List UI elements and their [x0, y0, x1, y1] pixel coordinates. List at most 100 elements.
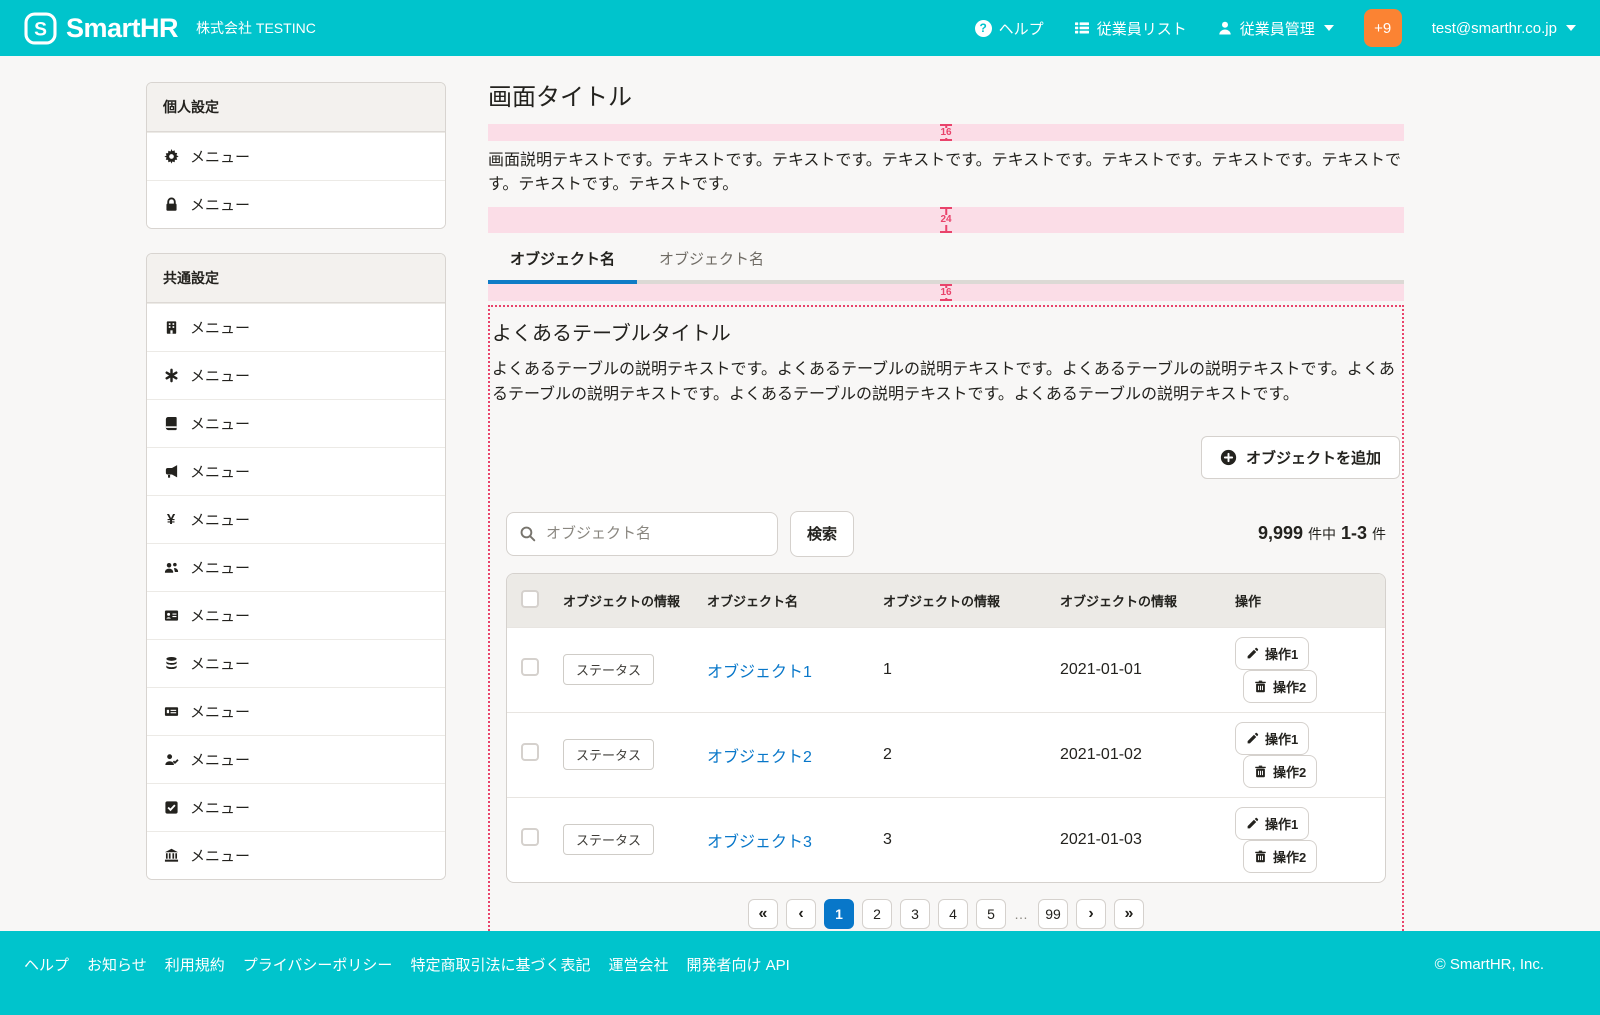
pagination-page-99[interactable]: 99 — [1038, 899, 1068, 929]
object-link[interactable]: オブジェクト3 — [707, 834, 812, 851]
edit-button[interactable]: 操作1 — [1235, 807, 1309, 840]
sidebar-item-menu[interactable]: メニュー — [147, 351, 445, 399]
database-icon — [163, 656, 179, 671]
footer-link-terms[interactable]: 利用規約 — [165, 954, 225, 975]
bank-icon — [163, 848, 179, 863]
employee-list-link[interactable]: 従業員リスト — [1074, 18, 1187, 39]
column-header: オブジェクトの情報 — [875, 574, 1052, 628]
spacing-marker-16: 16 — [488, 284, 1404, 301]
notification-badge[interactable]: +9 — [1364, 9, 1402, 47]
footer-link-help[interactable]: ヘルプ — [24, 954, 69, 975]
tab-bar: オブジェクト名 オブジェクト名 — [488, 239, 1404, 284]
account-menu[interactable]: test@smarthr.co.jp — [1432, 20, 1576, 37]
sidebar-item-menu[interactable]: メニュー — [147, 687, 445, 735]
sidebar-item-menu[interactable]: メニュー — [147, 783, 445, 831]
object-link[interactable]: オブジェクト2 — [707, 749, 812, 766]
sidebar-item-menu[interactable]: メニュー — [147, 303, 445, 351]
delete-button[interactable]: 操作2 — [1243, 840, 1317, 873]
footer-link-news[interactable]: お知らせ — [87, 954, 147, 975]
search-text-field[interactable] — [544, 524, 765, 543]
pagination-page-1[interactable]: 1 — [824, 899, 854, 929]
row-checkbox[interactable] — [521, 828, 539, 846]
sidebar-item-menu[interactable]: ¥ メニュー — [147, 495, 445, 543]
search-icon — [519, 525, 536, 542]
object-info-date: 2021-01-01 — [1052, 627, 1227, 712]
trash-icon — [1254, 765, 1267, 778]
table-row: ステータス オブジェクト1 1 2021-01-01 操作1 — [507, 627, 1385, 712]
money-check-icon — [163, 704, 179, 719]
result-count: 9,999 件中 1-3 件 — [1258, 523, 1386, 544]
page-description: 画面説明テキストです。テキストです。テキストです。テキストです。テキストです。テ… — [488, 149, 1404, 197]
search-row: 検索 9,999 件中 1-3 件 — [506, 511, 1386, 557]
tab-object-2[interactable]: オブジェクト名 — [637, 239, 786, 280]
svg-text:S: S — [34, 19, 47, 40]
smarthr-logo-icon: S — [24, 12, 57, 45]
pagination-prev-button[interactable]: ‹ — [786, 899, 816, 929]
pagination-page-5[interactable]: 5 — [976, 899, 1006, 929]
pagination-page-3[interactable]: 3 — [900, 899, 930, 929]
tab-object-1[interactable]: オブジェクト名 — [488, 239, 637, 280]
object-info-value: 1 — [875, 627, 1052, 712]
object-link[interactable]: オブジェクト1 — [707, 664, 812, 681]
gear-icon — [163, 149, 179, 164]
footer-link-privacy[interactable]: プライバシーポリシー — [243, 954, 393, 975]
book-icon — [163, 416, 179, 431]
row-checkbox[interactable] — [521, 658, 539, 676]
sidebar-section-title: 共通設定 — [147, 254, 445, 303]
trash-icon — [1254, 850, 1267, 863]
footer-link-developer-api[interactable]: 開発者向け API — [686, 954, 789, 975]
table-row: ステータス オブジェクト3 3 2021-01-03 操作1 — [507, 797, 1385, 882]
object-info-date: 2021-01-03 — [1052, 797, 1227, 882]
footer-link-company[interactable]: 運営会社 — [608, 954, 668, 975]
spacing-marker-24: 24 — [488, 207, 1404, 233]
employee-admin-menu[interactable]: 従業員管理 — [1217, 18, 1334, 39]
table-row: ステータス オブジェクト2 2 2021-01-02 操作1 — [507, 712, 1385, 797]
edit-button[interactable]: 操作1 — [1235, 722, 1309, 755]
table-section-title: よくあるテーブルタイトル — [492, 317, 1400, 346]
building-icon — [163, 320, 179, 335]
page-title: 画面タイトル — [488, 82, 1404, 114]
sidebar-item-menu[interactable]: メニュー — [147, 132, 445, 180]
search-input[interactable] — [506, 512, 778, 556]
sidebar-section-common: 共通設定 メニュー メニュー メニュー — [146, 253, 446, 880]
user-icon — [1217, 20, 1233, 36]
sidebar-item-menu[interactable]: メニュー — [147, 543, 445, 591]
edit-button[interactable]: 操作1 — [1235, 637, 1309, 670]
trash-icon — [1254, 680, 1267, 693]
row-checkbox[interactable] — [521, 743, 539, 761]
sidebar-item-menu[interactable]: メニュー — [147, 447, 445, 495]
sidebar-item-menu[interactable]: メニュー — [147, 591, 445, 639]
select-all-checkbox[interactable] — [521, 590, 539, 608]
pagination-next-button[interactable]: › — [1076, 899, 1106, 929]
object-info-date: 2021-01-02 — [1052, 712, 1227, 797]
sidebar-item-menu[interactable]: メニュー — [147, 399, 445, 447]
pagination-last-button[interactable]: » — [1114, 899, 1144, 929]
brand-logo[interactable]: S SmartHR — [24, 12, 178, 45]
sidebar-section-title: 個人設定 — [147, 83, 445, 132]
sidebar-item-menu[interactable]: メニュー — [147, 831, 445, 879]
user-check-icon — [163, 752, 179, 767]
footer-links: ヘルプ お知らせ 利用規約 プライバシーポリシー 特定商取引法に基づく表記 運営… — [24, 954, 790, 975]
pencil-icon — [1246, 732, 1259, 745]
pagination-page-2[interactable]: 2 — [862, 899, 892, 929]
add-object-button[interactable]: オブジェクトを追加 — [1201, 436, 1400, 479]
delete-button[interactable]: 操作2 — [1243, 755, 1317, 788]
plus-circle-icon — [1220, 449, 1237, 466]
footer-link-commerce-law[interactable]: 特定商取引法に基づく表記 — [410, 954, 590, 975]
column-header: オブジェクトの情報 — [1052, 574, 1227, 628]
delete-button[interactable]: 操作2 — [1243, 670, 1317, 703]
search-button[interactable]: 検索 — [790, 511, 854, 557]
chevron-down-icon — [1324, 25, 1334, 31]
app-header: S SmartHR 株式会社 TESTINC ? ヘルプ 従業員リスト 従業員管… — [0, 0, 1600, 56]
help-link[interactable]: ? ヘルプ — [975, 18, 1044, 39]
column-header: オブジェクトの情報 — [555, 574, 699, 628]
spacing-marker-16: 16 — [488, 124, 1404, 141]
sidebar-item-menu[interactable]: メニュー — [147, 180, 445, 228]
question-circle-icon: ? — [975, 20, 992, 37]
pencil-icon — [1246, 647, 1259, 660]
sidebar-item-menu[interactable]: メニュー — [147, 735, 445, 783]
pagination-page-4[interactable]: 4 — [938, 899, 968, 929]
pagination-first-button[interactable]: « — [748, 899, 778, 929]
status-badge: ステータス — [563, 654, 654, 685]
sidebar-item-menu[interactable]: メニュー — [147, 639, 445, 687]
